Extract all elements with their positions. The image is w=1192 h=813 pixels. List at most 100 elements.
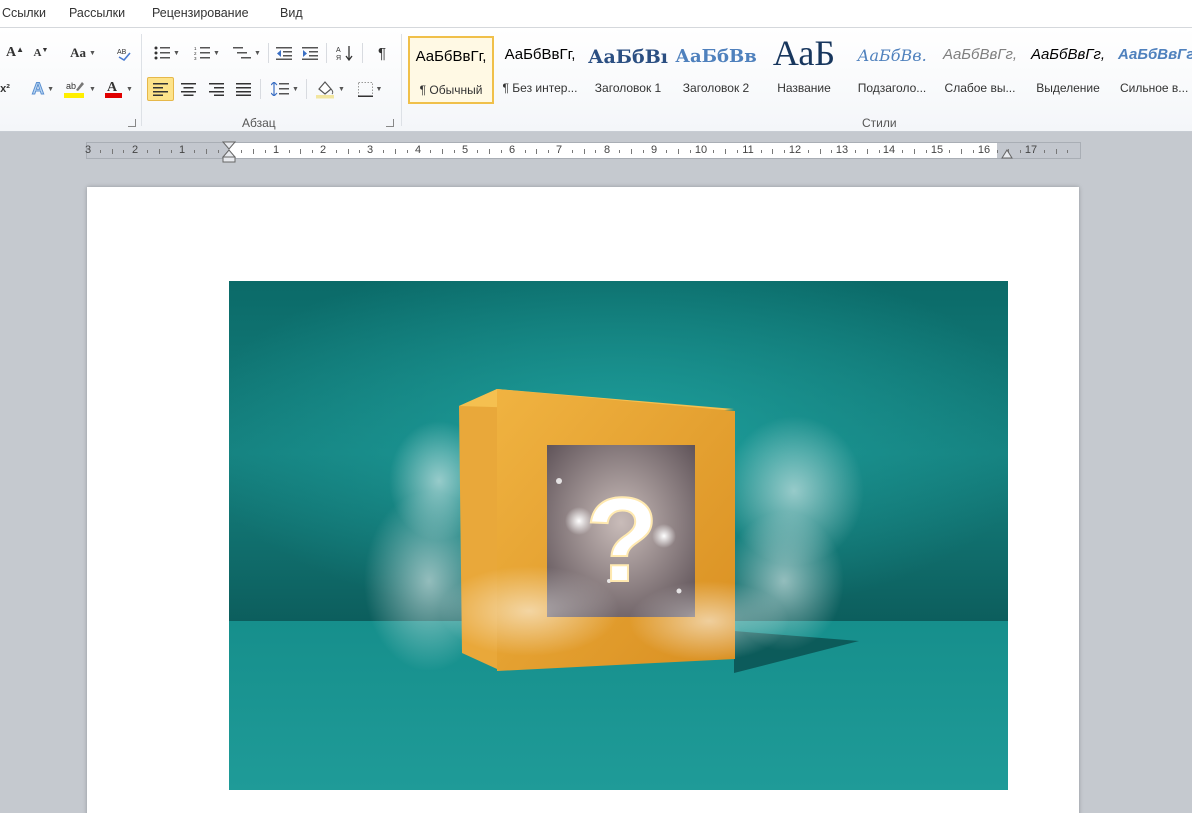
font-color-icon[interactable]: A ▼ — [100, 78, 136, 100]
ruler-label: 7 — [555, 144, 563, 156]
ruler-tick — [524, 150, 526, 153]
align-left-icon[interactable] — [147, 77, 174, 101]
ruler-tick — [973, 150, 974, 153]
style-title[interactable]: АаБ Название — [761, 33, 847, 102]
ruler-label: 2 — [319, 144, 327, 156]
ruler-label: 5 — [461, 144, 469, 156]
style-heading-2[interactable]: АаБбВв Заголовок 2 — [673, 36, 759, 102]
ruler-label: 11 — [742, 144, 754, 156]
ruler-tick — [217, 150, 219, 153]
show-formatting-marks-button[interactable]: ¶ — [372, 42, 392, 64]
ruler-label: 16 — [977, 144, 991, 156]
svg-text:А: А — [336, 47, 341, 54]
ruler-tick — [949, 150, 951, 153]
ruler-tick — [642, 150, 644, 153]
justify-icon[interactable] — [232, 78, 254, 100]
ruler-tick — [1067, 150, 1069, 153]
superscript-button[interactable]: x² — [0, 78, 10, 100]
tab-view[interactable]: Вид — [280, 6, 303, 20]
ruler-tick — [878, 150, 880, 153]
first-line-indent-marker-icon[interactable] — [222, 141, 236, 163]
tab-mailings[interactable]: Рассылки — [69, 6, 125, 20]
ruler-tick — [442, 149, 443, 154]
ruler-tick — [241, 150, 243, 153]
ruler-tick — [689, 150, 691, 153]
svg-text:3: 3 — [194, 56, 197, 60]
ruler-tick — [571, 150, 573, 153]
ruler-tick — [784, 150, 786, 153]
ruler-tick — [453, 150, 455, 153]
ruler-tick — [383, 150, 384, 153]
shading-icon[interactable]: ▼ — [312, 78, 348, 100]
style-no-spacing[interactable]: АаБбВвГг, ¶ Без интер... — [497, 36, 583, 102]
ruler-tick — [477, 150, 479, 153]
ruler-tick — [265, 150, 266, 153]
ruler-label: 9 — [650, 144, 658, 156]
tab-review[interactable]: Рецензирование — [152, 6, 249, 20]
mystery-box-image[interactable]: ? — [229, 281, 1008, 790]
align-right-icon[interactable] — [205, 78, 227, 100]
ruler-tick — [1020, 150, 1022, 153]
paragraph-group-label: Абзац — [242, 116, 276, 130]
change-case-button[interactable]: Aa ▼ — [66, 42, 100, 64]
right-indent-marker-icon[interactable] — [1001, 145, 1013, 159]
paragraph-dialog-launcher[interactable] — [386, 119, 394, 127]
ruler-tick — [206, 149, 207, 154]
style-intense-emphasis[interactable]: АаБбВвГг Сильное в... — [1113, 36, 1192, 102]
ruler-tick — [1055, 149, 1057, 154]
ruler-tick — [713, 150, 715, 153]
numbering-icon[interactable]: 1 2 3 ▼ — [190, 42, 224, 64]
ruler-tick — [583, 149, 585, 154]
shrink-font-button[interactable]: A ▼ — [32, 42, 50, 64]
ruler-tick — [300, 149, 302, 154]
horizontal-ruler[interactable]: 3 2 1 1 2 3 4 5 6 7 8 9 10 11 12 13 14 1… — [84, 141, 1081, 163]
ruler-tick — [147, 150, 148, 153]
ruler-tick — [866, 149, 868, 154]
grow-font-button[interactable]: A ▲ — [6, 42, 24, 64]
ruler-tick — [123, 150, 125, 153]
ruler-tick — [925, 150, 927, 153]
style-subtitle[interactable]: АаБбВв. Подзаголо... — [849, 36, 935, 102]
ruler-tick — [961, 149, 963, 154]
style-heading-1[interactable]: АаБбВı Заголовок 1 — [585, 36, 671, 102]
highlight-color-icon[interactable]: ab ▼ — [62, 78, 98, 100]
borders-icon[interactable]: ▼ — [352, 78, 388, 100]
ruler-tick — [1043, 150, 1045, 153]
text-effects-icon[interactable]: A ▼ — [26, 78, 60, 100]
increase-indent-icon[interactable] — [300, 42, 320, 64]
sort-icon[interactable]: АЯ — [334, 42, 356, 64]
ruler-tick — [406, 150, 408, 153]
align-center-icon[interactable] — [177, 78, 199, 100]
font-dialog-launcher[interactable] — [128, 119, 136, 127]
ruler-tick — [666, 150, 668, 153]
style-normal[interactable]: АаБбВвГг, ¶ Обычный — [408, 36, 494, 104]
ribbon-tabs: Ссылки Рассылки Рецензирование Вид — [0, 0, 1192, 28]
ruler-label: 13 — [835, 144, 849, 156]
ruler-tick — [489, 149, 491, 154]
ruler-tick — [170, 150, 172, 153]
ruler-tick — [678, 149, 679, 154]
ruler-label: 1 — [272, 144, 280, 156]
ruler-tick — [288, 150, 290, 153]
ruler-label: 3 — [84, 144, 92, 156]
ruler-tick — [855, 150, 856, 153]
ruler-label: 4 — [414, 144, 422, 156]
line-spacing-icon[interactable]: ▼ — [268, 78, 302, 100]
ruler-tick — [737, 150, 738, 153]
ruler-tick — [996, 150, 998, 153]
style-emphasis[interactable]: АаБбВвГг, Выделение — [1025, 36, 1111, 102]
ruler-tick — [312, 150, 314, 153]
ruler-tick — [619, 150, 620, 153]
ruler-tick — [158, 149, 160, 154]
ruler-tick — [359, 150, 361, 153]
multilevel-list-icon[interactable]: ▼ — [230, 42, 264, 64]
style-subtle-emphasis[interactable]: АаБбВвГг, Слабое вы... — [937, 36, 1023, 102]
ruler-tick — [99, 150, 101, 153]
clear-formatting-icon[interactable]: AB — [114, 42, 134, 64]
ruler-tick — [253, 149, 255, 154]
bullets-icon[interactable]: ▼ — [150, 42, 184, 64]
decrease-indent-icon[interactable] — [274, 42, 294, 64]
ruler-label: 1 — [178, 144, 186, 156]
ruler-tick — [111, 149, 113, 154]
tab-references[interactable]: Ссылки — [2, 6, 46, 20]
